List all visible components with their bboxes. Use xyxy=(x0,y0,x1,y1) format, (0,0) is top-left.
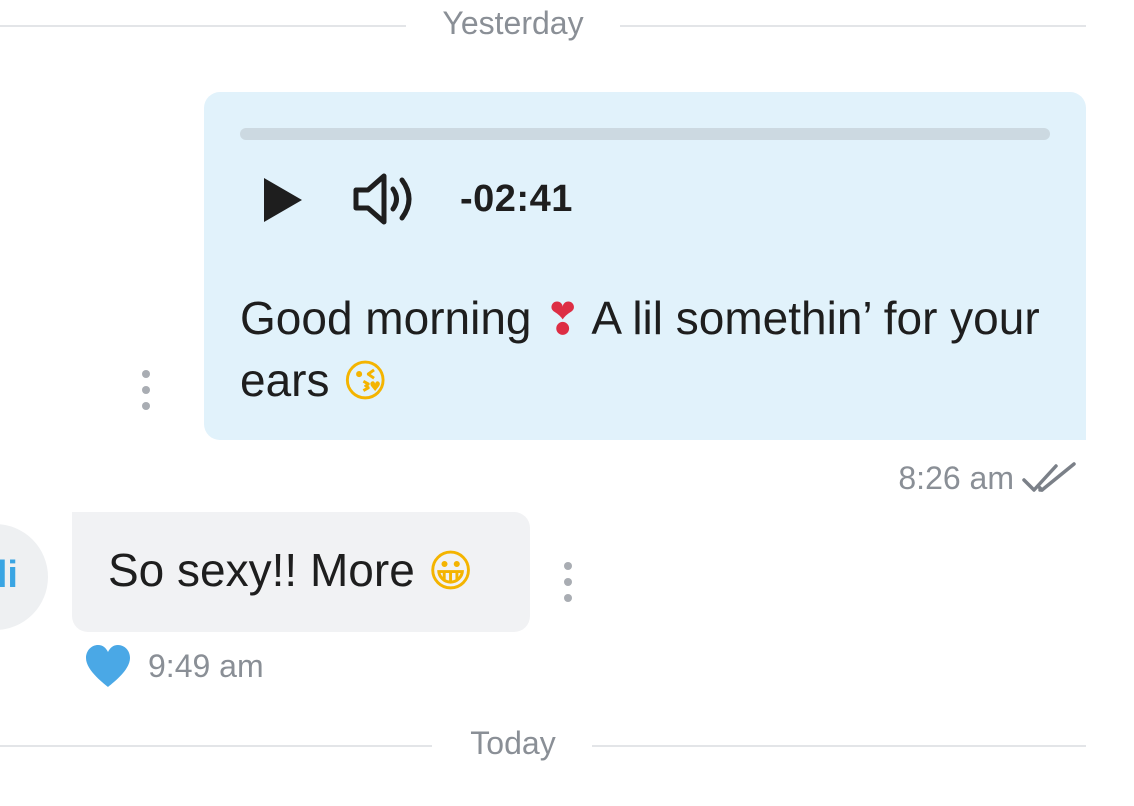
chat-thread: Yesterday -02:41 Good morning ❣ A lil so… xyxy=(0,0,1134,806)
audio-time-remaining: -02:41 xyxy=(460,178,573,220)
date-divider-label: Today xyxy=(470,725,556,761)
double-check-icon xyxy=(1022,462,1076,492)
message-time: 8:26 am xyxy=(898,459,1014,496)
date-divider-today: Today xyxy=(0,720,1086,770)
avatar-initials: li xyxy=(0,554,18,596)
dot-icon xyxy=(564,578,572,586)
incoming-message-bubble[interactable]: So sexy!! More 😀 xyxy=(72,512,530,632)
dot-icon xyxy=(564,562,572,570)
date-divider-label: Yesterday xyxy=(442,5,584,41)
play-button[interactable] xyxy=(256,174,308,226)
message-text: Good morning ❣ A lil somethin’ for your … xyxy=(240,288,1050,412)
message-text-part: So sexy!! More xyxy=(108,544,415,596)
message-text: So sexy!! More 😀 xyxy=(108,540,473,602)
incoming-message-meta: 9:49 am xyxy=(84,638,264,694)
dot-icon xyxy=(142,386,150,394)
dot-icon xyxy=(142,402,150,410)
dot-icon xyxy=(564,594,572,602)
message-text-part: Good morning xyxy=(240,292,532,344)
heart-exclamation-emoji: ❣ xyxy=(544,294,582,345)
divider-line xyxy=(592,745,1086,747)
volume-button[interactable] xyxy=(350,168,420,230)
play-icon xyxy=(264,178,302,222)
outgoing-message-bubble[interactable]: -02:41 Good morning ❣ A lil somethin’ fo… xyxy=(204,92,1086,440)
audio-progress-bar[interactable] xyxy=(240,128,1050,140)
divider-line xyxy=(620,25,1086,27)
message-time: 9:49 am xyxy=(148,647,264,684)
volume-icon xyxy=(353,173,412,225)
message-options-button[interactable] xyxy=(562,562,574,602)
avatar[interactable]: li xyxy=(0,524,48,630)
date-divider-yesterday: Yesterday xyxy=(0,0,1086,50)
kiss-emoji: 😘 xyxy=(342,356,389,407)
grinning-emoji: 😀 xyxy=(427,546,474,597)
dot-icon xyxy=(142,370,150,378)
outgoing-message-meta: 8:26 am xyxy=(898,456,1078,500)
message-options-button[interactable] xyxy=(140,370,152,410)
heart-icon[interactable] xyxy=(84,643,132,689)
